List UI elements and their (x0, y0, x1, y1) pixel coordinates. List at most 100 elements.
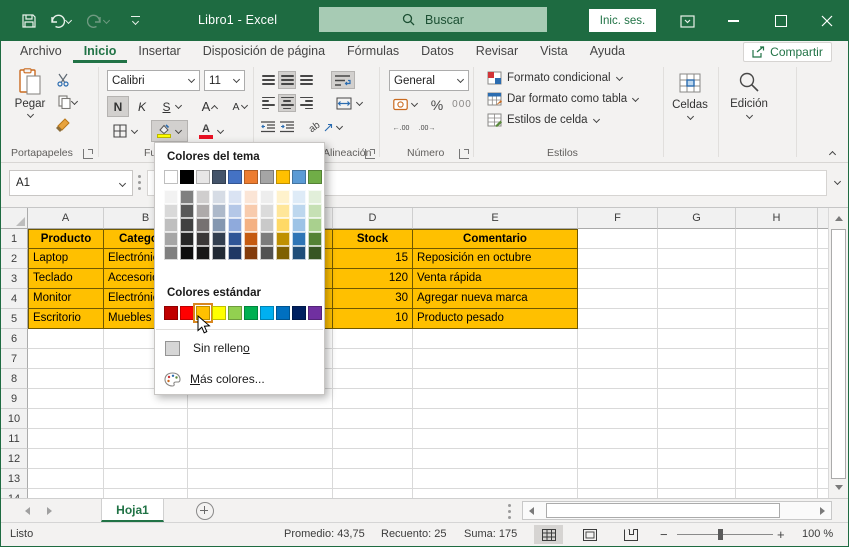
page-layout-view-button[interactable] (575, 525, 604, 544)
standard-color-swatch-0070C0[interactable] (276, 306, 290, 320)
vertical-scroll-thumb[interactable] (831, 229, 846, 479)
cell-E3[interactable]: Venta rápida (413, 269, 578, 289)
theme-color-swatch-A5A5A5[interactable] (260, 170, 274, 184)
variant-swatch-808080[interactable] (164, 246, 178, 260)
row-header-3[interactable]: 3 (1, 269, 28, 289)
align-center-button[interactable] (278, 94, 296, 112)
redo-button[interactable] (83, 9, 113, 33)
cell-E5[interactable]: Producto pesado (413, 309, 578, 329)
column-header-H[interactable]: H (736, 208, 818, 229)
standard-color-swatch-002060[interactable] (292, 306, 306, 320)
bold-button[interactable]: N (107, 96, 129, 117)
italic-button[interactable]: K (131, 96, 153, 117)
variant-swatch-C6E0B4[interactable] (308, 204, 322, 218)
variant-swatch-843C0C[interactable] (244, 246, 258, 260)
align-right-button[interactable] (297, 94, 315, 112)
row-header-12[interactable]: 12 (1, 449, 28, 469)
variant-swatch-767171[interactable] (196, 218, 210, 232)
theme-color-swatch-E7E6E6[interactable] (196, 170, 210, 184)
cell-A5[interactable]: Escritorio (28, 309, 104, 329)
variant-swatch-ADB9CA[interactable] (212, 204, 226, 218)
standard-color-swatch-92D050[interactable] (228, 306, 242, 320)
variant-swatch-9DC3E6[interactable] (292, 218, 306, 232)
variant-swatch-DBDBDB[interactable] (260, 204, 274, 218)
spreadsheet-grid[interactable]: ABCDEFGH 1234567891011121314 ProductoCat… (1, 208, 828, 498)
next-sheet-button[interactable] (47, 507, 52, 515)
fill-color-menu-chevron[interactable] (175, 128, 182, 135)
theme-color-swatch-44546A[interactable] (212, 170, 226, 184)
variant-swatch-181717[interactable] (196, 246, 210, 260)
decrease-decimal-button[interactable]: .00→ (415, 119, 439, 137)
row-header-8[interactable]: 8 (1, 369, 28, 389)
cut-button[interactable] (53, 71, 73, 89)
variant-swatch-0D0D0D[interactable] (180, 246, 194, 260)
horizontal-scrollbar[interactable] (522, 501, 832, 520)
row-header-11[interactable]: 11 (1, 429, 28, 449)
menu-tab-f-rmulas[interactable]: Fórmulas (336, 41, 410, 63)
variant-swatch-8FAADC[interactable] (228, 218, 242, 232)
name-box[interactable]: A1 (9, 170, 133, 196)
variant-swatch-C9C9C9[interactable] (260, 218, 274, 232)
expand-formula-bar-chevron[interactable] (834, 179, 841, 186)
tab-bar-resize-handle[interactable] (508, 510, 511, 513)
row-header-9[interactable]: 9 (1, 389, 28, 409)
theme-color-swatch-5B9BD5[interactable] (292, 170, 306, 184)
variant-swatch-FFF2CC[interactable] (276, 190, 290, 204)
standard-color-swatch-FF0000[interactable] (180, 306, 194, 320)
zoom-in-button[interactable]: + (777, 527, 785, 542)
variant-swatch-525252[interactable] (260, 246, 274, 260)
variant-swatch-D9D9D9[interactable] (164, 204, 178, 218)
vertical-scrollbar[interactable] (828, 208, 849, 498)
variant-swatch-D0CECE[interactable] (196, 190, 210, 204)
cell-A3[interactable]: Teclado (28, 269, 104, 289)
cell-D1[interactable]: Stock (333, 229, 413, 249)
variant-swatch-333F50[interactable] (212, 232, 226, 246)
conditional-formatting-button[interactable]: Formato condicional (487, 71, 623, 85)
row-header-10[interactable]: 10 (1, 409, 28, 429)
variant-swatch-7F6000[interactable] (276, 246, 290, 260)
variant-swatch-D6DCE5[interactable] (212, 190, 226, 204)
cell-D4[interactable]: 30 (333, 289, 413, 309)
standard-color-swatch-00B050[interactable] (244, 306, 258, 320)
cell-E2[interactable]: Reposición en octubre (413, 249, 578, 269)
customize-quick-access-button[interactable] (123, 9, 147, 33)
variant-swatch-BF9000[interactable] (276, 232, 290, 246)
increase-font-button[interactable]: A (197, 96, 223, 117)
theme-color-swatch-000000[interactable] (180, 170, 194, 184)
variant-swatch-595959[interactable] (180, 204, 194, 218)
cell-A1[interactable]: Producto (28, 229, 104, 249)
fill-color-button[interactable] (151, 120, 188, 142)
share-button[interactable]: Compartir (743, 42, 832, 62)
undo-button[interactable] (45, 9, 75, 33)
font-size-combo[interactable]: 11 (204, 70, 245, 91)
scroll-up-arrow[interactable] (835, 216, 843, 221)
row-header-7[interactable]: 7 (1, 349, 28, 369)
variant-swatch-AEAAAA[interactable] (196, 204, 210, 218)
variant-swatch-375623[interactable] (308, 246, 322, 260)
variant-swatch-1F4E79[interactable] (292, 246, 306, 260)
merge-center-button[interactable] (331, 94, 367, 112)
variant-swatch-F4B183[interactable] (244, 218, 258, 232)
increase-indent-button[interactable] (278, 118, 296, 136)
wrap-text-button[interactable] (331, 71, 355, 89)
accounting-format-button[interactable] (389, 95, 421, 114)
scroll-right-arrow[interactable] (820, 507, 825, 515)
redo-menu-chevron[interactable] (103, 18, 110, 25)
align-top-button[interactable] (259, 71, 277, 89)
search-box[interactable]: Buscar (319, 7, 547, 32)
number-dialog-launcher[interactable] (459, 149, 469, 159)
cell-A4[interactable]: Monitor (28, 289, 104, 309)
minimize-button[interactable] (712, 1, 754, 41)
row-header-14[interactable]: 14 (1, 489, 28, 498)
variant-swatch-FFE699[interactable] (276, 204, 290, 218)
format-as-table-button[interactable]: Dar formato como tabla (487, 92, 639, 106)
percent-style-button[interactable]: % (427, 95, 447, 114)
theme-color-swatch-4472C4[interactable] (228, 170, 242, 184)
sign-in-button[interactable]: Inic. ses. (589, 9, 656, 32)
close-button[interactable] (806, 1, 848, 41)
formula-bar-resize-handle[interactable] (138, 181, 141, 184)
row-header-6[interactable]: 6 (1, 329, 28, 349)
zoom-level[interactable]: 100 % (802, 528, 833, 540)
variant-swatch-FBE5D6[interactable] (244, 190, 258, 204)
variant-swatch-BDD7EE[interactable] (292, 204, 306, 218)
